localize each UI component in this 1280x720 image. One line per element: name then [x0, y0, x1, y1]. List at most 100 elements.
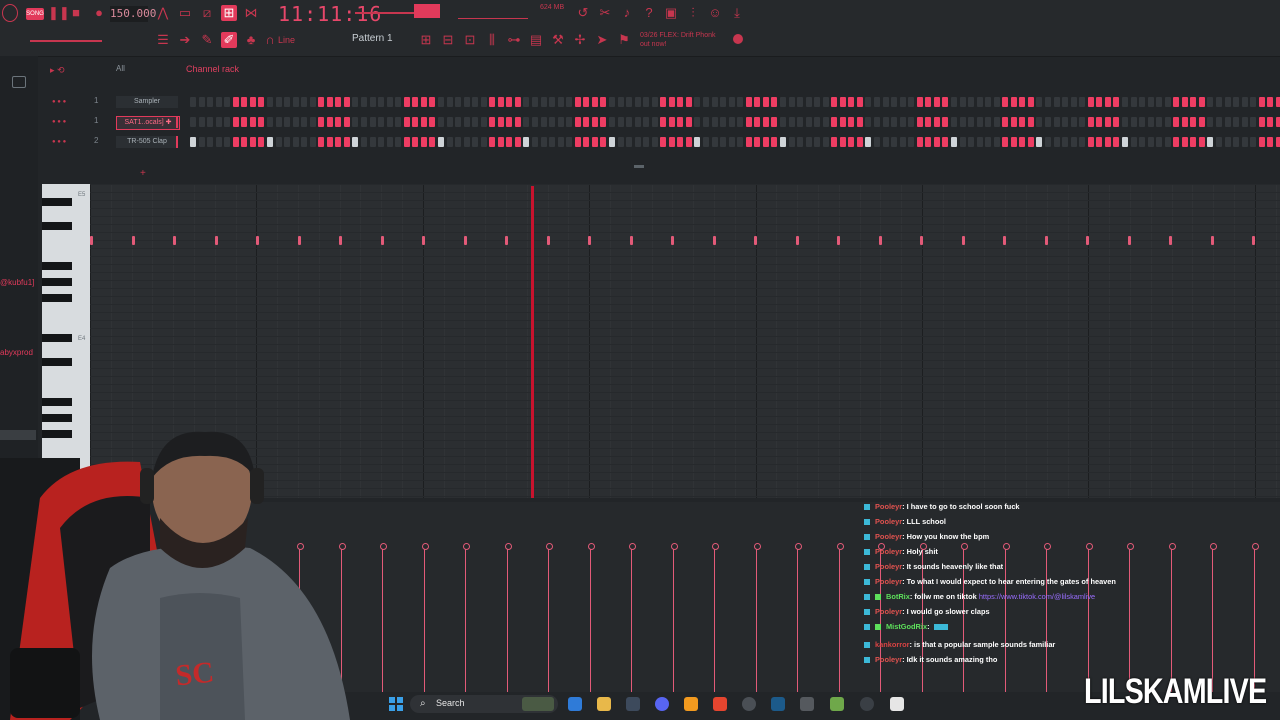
step-button[interactable]: [1241, 137, 1248, 147]
channel-name-button[interactable]: Sampler: [116, 96, 178, 108]
note[interactable]: [629, 236, 633, 245]
step-button[interactable]: [420, 137, 427, 147]
step-button[interactable]: [215, 117, 222, 127]
step-button[interactable]: [831, 117, 838, 127]
step-button[interactable]: [771, 137, 778, 147]
plugin-icon[interactable]: ▣: [663, 5, 679, 21]
step-button[interactable]: [677, 137, 684, 147]
pencil-icon[interactable]: ✎: [199, 32, 215, 48]
step-button[interactable]: [1139, 97, 1146, 107]
step-button[interactable]: [1190, 117, 1197, 127]
step-button[interactable]: [215, 97, 222, 107]
step-button[interactable]: [292, 97, 299, 107]
step-button[interactable]: [292, 137, 299, 147]
black-key[interactable]: [42, 278, 72, 286]
mixer-view-icon[interactable]: ⫼: [484, 32, 500, 48]
step-button[interactable]: [446, 137, 453, 147]
step-button[interactable]: [1275, 137, 1280, 147]
step-button[interactable]: [985, 117, 992, 127]
stamp-icon[interactable]: ♣: [243, 32, 259, 48]
step-button[interactable]: [933, 137, 940, 147]
step-button[interactable]: [805, 97, 812, 107]
step-button[interactable]: [950, 97, 957, 107]
step-button[interactable]: [318, 137, 325, 147]
step-button[interactable]: [805, 117, 812, 127]
note[interactable]: [214, 236, 218, 245]
step-button[interactable]: [1027, 117, 1034, 127]
step-button[interactable]: [1207, 97, 1214, 107]
step-button[interactable]: [839, 117, 846, 127]
step-button[interactable]: [207, 137, 214, 147]
step-button[interactable]: [891, 97, 898, 107]
step-button[interactable]: [446, 117, 453, 127]
step-button[interactable]: [1121, 137, 1128, 147]
velocity-handle[interactable]: [546, 543, 553, 550]
step-button[interactable]: [1113, 137, 1120, 147]
step-button[interactable]: [1275, 97, 1280, 107]
step-button[interactable]: [694, 137, 701, 147]
step-button[interactable]: [600, 137, 607, 147]
step-button[interactable]: [1096, 117, 1103, 127]
step-button[interactable]: [463, 137, 470, 147]
step-button[interactable]: [797, 117, 804, 127]
note[interactable]: [380, 236, 384, 245]
velocity-handle[interactable]: [712, 543, 719, 550]
step-button[interactable]: [566, 97, 573, 107]
step-button[interactable]: [335, 117, 342, 127]
song-mode-badge[interactable]: SONG: [26, 8, 44, 20]
step-button[interactable]: [805, 137, 812, 147]
step-button[interactable]: [814, 137, 821, 147]
step-button[interactable]: [1164, 137, 1171, 147]
step-button[interactable]: [463, 97, 470, 107]
step-button[interactable]: [403, 137, 410, 147]
step-button[interactable]: [1019, 97, 1026, 107]
step-button[interactable]: [574, 117, 581, 127]
record-icon[interactable]: ●: [91, 5, 107, 21]
flag-icon[interactable]: ⚑: [616, 32, 632, 48]
step-button[interactable]: [1258, 117, 1265, 127]
step-button[interactable]: [352, 117, 359, 127]
loop-record-icon[interactable]: ⊞: [221, 5, 237, 21]
step-button[interactable]: [908, 117, 915, 127]
step-button[interactable]: [916, 137, 923, 147]
step-button[interactable]: [557, 97, 564, 107]
black-key[interactable]: [42, 398, 72, 406]
brave-browser-icon[interactable]: [713, 697, 727, 711]
step-button[interactable]: [1173, 137, 1180, 147]
step-button[interactable]: [284, 97, 291, 107]
step-button[interactable]: [1190, 97, 1197, 107]
step-button[interactable]: [933, 117, 940, 127]
step-button[interactable]: [1198, 137, 1205, 147]
step-button[interactable]: [617, 137, 624, 147]
black-key[interactable]: [42, 222, 72, 230]
channel-mixer-track[interactable]: 1: [94, 116, 98, 125]
step-button[interactable]: [882, 97, 889, 107]
note[interactable]: [795, 236, 799, 245]
step-button[interactable]: [985, 137, 992, 147]
step-button[interactable]: [1267, 117, 1274, 127]
step-button[interactable]: [643, 117, 650, 127]
step-button[interactable]: [728, 97, 735, 107]
step-button[interactable]: [198, 97, 205, 107]
step-button[interactable]: [1045, 137, 1051, 147]
pause-icon[interactable]: ❚❚: [48, 5, 70, 21]
step-button[interactable]: [523, 117, 530, 127]
tree-icon[interactable]: ⊶: [506, 32, 522, 48]
step-button[interactable]: [378, 117, 385, 127]
step-button[interactable]: [643, 97, 650, 107]
step-button[interactable]: [968, 97, 975, 107]
step-button[interactable]: [429, 117, 436, 127]
step-button[interactable]: [301, 137, 308, 147]
velocity-stem[interactable]: [1212, 548, 1213, 692]
playhead-marker[interactable]: [531, 186, 534, 498]
step-button[interactable]: [1130, 137, 1137, 147]
velocity-handle[interactable]: [629, 543, 636, 550]
step-button[interactable]: [976, 97, 983, 107]
step-button[interactable]: [1139, 137, 1146, 147]
step-button[interactable]: [1258, 97, 1265, 107]
step-button[interactable]: [711, 137, 718, 147]
metronome-icon[interactable]: ⋀: [155, 5, 171, 21]
step-button[interactable]: [437, 117, 444, 127]
step-button[interactable]: [788, 97, 795, 107]
note[interactable]: [90, 236, 93, 245]
